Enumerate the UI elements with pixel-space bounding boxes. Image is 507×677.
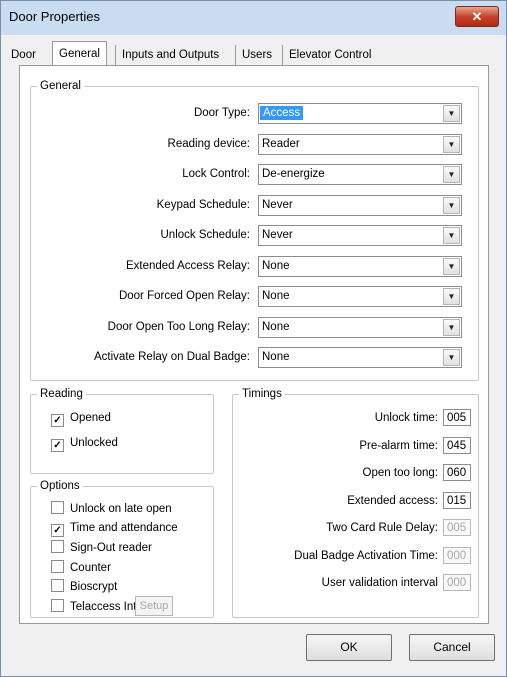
checkbox-box[interactable] — [51, 501, 64, 514]
timing-label: User validation interval — [321, 577, 438, 589]
field-dropdown[interactable]: None ▼ — [258, 347, 462, 368]
tab-inputs-and-outputs[interactable]: Inputs and Outputs — [115, 45, 225, 65]
field-label: Lock Control: — [182, 168, 250, 180]
checkbox-label: Opened — [70, 412, 111, 424]
timing-input[interactable]: 060 — [443, 464, 471, 481]
checkbox-label: Unlocked — [70, 437, 118, 449]
timing-input[interactable]: 045 — [443, 436, 471, 454]
checkbox-label: Sign-Out reader — [70, 542, 152, 554]
checkbox-item[interactable]: ✓ Time and attendance — [51, 521, 178, 537]
chevron-down-icon[interactable]: ▼ — [443, 257, 460, 275]
cancel-button[interactable]: Cancel — [409, 634, 495, 661]
timing-label: Extended access: — [347, 494, 438, 507]
tab-door[interactable]: Door — [11, 45, 42, 65]
general-group: General Door Type: Access ▼ Reading device:… — [30, 79, 479, 381]
field-label: Activate Relay on Dual Badge: — [94, 351, 250, 363]
dropdown-value: Access — [260, 106, 304, 120]
dropdown-value: None — [262, 290, 290, 302]
timing-input: 000 — [443, 574, 471, 591]
timing-input: 005 — [443, 519, 471, 536]
checkbox-item[interactable]: Sign-Out reader — [51, 540, 152, 554]
chevron-down-icon[interactable]: ▼ — [443, 196, 460, 214]
ok-button[interactable]: OK — [306, 634, 392, 661]
dropdown-value: None — [262, 351, 290, 363]
checkbox-box[interactable]: ✓ — [51, 414, 64, 427]
timing-label: Open too long: — [362, 467, 438, 479]
chevron-down-icon[interactable]: ▼ — [443, 135, 460, 153]
checkbox-box[interactable] — [51, 559, 64, 573]
checkbox-box[interactable] — [51, 540, 64, 553]
checkbox-item[interactable]: Unlock on late open — [51, 501, 172, 515]
timings-group-legend: Timings — [239, 387, 285, 401]
timing-input: 000 — [443, 546, 471, 564]
options-group: Options Unlock on late open ✓ Time and att… — [30, 479, 214, 618]
field-dropdown[interactable]: None ▼ — [258, 255, 462, 277]
setup-button[interactable]: Setup — [135, 596, 173, 616]
checkbox-box[interactable] — [51, 598, 64, 612]
checkbox-item[interactable]: ✓ Unlocked — [51, 436, 118, 452]
field-dropdown[interactable]: None ▼ — [258, 286, 462, 307]
chevron-down-icon[interactable]: ▼ — [443, 288, 460, 305]
timing-label: Dual Badge Activation Time: — [294, 549, 438, 562]
checkbox-box[interactable]: ✓ — [51, 523, 64, 537]
tab-general[interactable]: General — [52, 41, 107, 66]
checkbox-box[interactable] — [51, 579, 64, 592]
title-bar[interactable]: Door Properties ✕ — [1, 1, 506, 33]
checkbox-item[interactable]: Counter — [51, 559, 111, 574]
checkbox-label: Counter — [70, 561, 111, 574]
field-dropdown[interactable]: None ▼ — [258, 316, 462, 338]
checkbox-item[interactable]: ✓ Opened — [51, 411, 111, 427]
dropdown-value: Never — [262, 229, 293, 241]
general-tab-panel: General Door Type: Access ▼ Reading device:… — [19, 65, 489, 624]
field-dropdown[interactable]: Reader ▼ — [258, 133, 462, 155]
checkbox-label: Bioscrypt — [70, 581, 118, 593]
dropdown-value: Never — [262, 198, 293, 211]
chevron-down-icon[interactable]: ▼ — [443, 349, 460, 366]
checkbox-label: Time and attendance — [70, 521, 178, 534]
field-label: Door Open Too Long Relay: — [107, 320, 250, 333]
field-label: Keypad Schedule: — [156, 198, 250, 211]
reading-group-legend: Reading — [37, 387, 86, 401]
field-label: Door Type: — [193, 107, 250, 119]
chevron-down-icon[interactable]: ▼ — [443, 166, 460, 183]
dropdown-value: Reader — [262, 137, 300, 150]
timing-input[interactable]: 005 — [443, 409, 471, 426]
door-properties-window: Door Properties ✕ Door General Inputs an… — [0, 0, 507, 677]
chevron-down-icon[interactable]: ▼ — [443, 105, 460, 122]
close-icon: ✕ — [471, 9, 483, 24]
field-dropdown[interactable]: De-energize ▼ — [258, 164, 462, 185]
checkbox-box[interactable]: ✓ — [51, 439, 64, 452]
timing-label: Pre-alarm time: — [359, 439, 438, 452]
tab-elevator-control[interactable]: Elevator Control — [282, 45, 377, 65]
general-group-legend: General — [37, 79, 84, 93]
options-group-legend: Options — [37, 479, 83, 493]
field-dropdown[interactable]: Never ▼ — [258, 225, 462, 246]
timings-group: Timings Unlock time: 005 Pre-alarm time: 04… — [232, 387, 479, 618]
chevron-down-icon[interactable]: ▼ — [443, 227, 460, 244]
checkbox-item[interactable]: Bioscrypt — [51, 579, 117, 593]
field-label: Extended Access Relay: — [125, 259, 250, 272]
timing-input[interactable]: 015 — [443, 491, 471, 509]
dropdown-value: None — [262, 259, 290, 272]
field-dropdown[interactable]: Never ▼ — [258, 194, 462, 216]
checkbox-label: Unlock on late open — [70, 503, 172, 515]
dropdown-value: De-energize — [262, 168, 325, 180]
timing-label: Unlock time: — [374, 412, 438, 424]
close-button[interactable]: ✕ — [455, 6, 499, 27]
field-label: Door Forced Open Relay: — [118, 290, 250, 302]
window-title: Door Properties — [9, 9, 101, 24]
reading-group: Reading ✓ Opened ✓ Unlocked — [30, 387, 214, 474]
chevron-down-icon[interactable]: ▼ — [443, 318, 460, 336]
dropdown-value: None — [262, 320, 290, 333]
field-dropdown[interactable]: Access ▼ — [258, 103, 462, 124]
field-label: Unlock Schedule: — [160, 229, 251, 241]
timing-label: Two Card Rule Delay: — [326, 522, 438, 534]
field-label: Reading device: — [167, 137, 250, 150]
tab-users[interactable]: Users — [235, 45, 278, 65]
